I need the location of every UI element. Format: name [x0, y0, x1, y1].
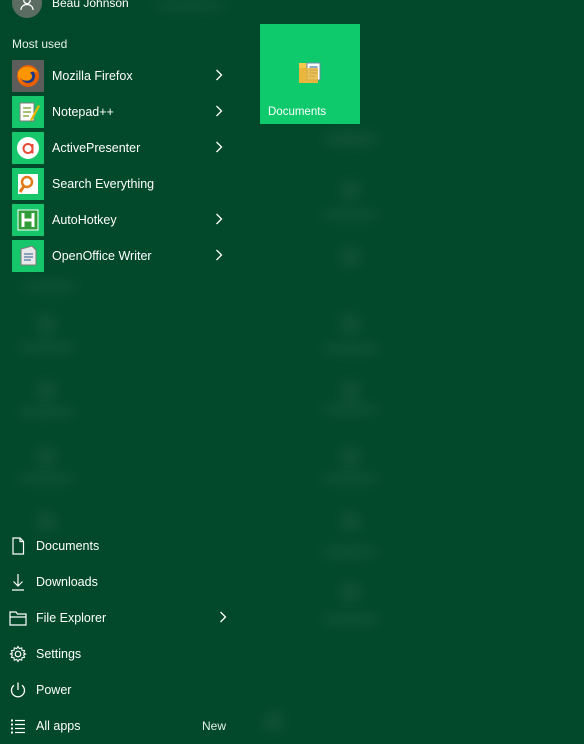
most-used-list: Mozilla Firefox Notepad++ ActivePresente…	[12, 58, 238, 274]
bottom-menu: Documents Downloads File Explorer Settin…	[8, 528, 238, 744]
chevron-right-icon[interactable]	[218, 610, 228, 624]
user-account[interactable]: Beau Johnson	[12, 0, 129, 18]
chevron-right-icon[interactable]	[214, 104, 224, 118]
activepresenter-icon	[12, 132, 44, 164]
app-item-openoffice-writer[interactable]: OpenOffice Writer	[12, 238, 238, 274]
app-label: ActivePresenter	[52, 141, 141, 155]
app-item-autohotkey[interactable]: AutoHotkey	[12, 202, 238, 238]
app-item-firefox[interactable]: Mozilla Firefox	[12, 58, 238, 94]
folder-icon	[8, 608, 28, 628]
file-explorer-label: File Explorer	[36, 611, 107, 625]
downloads-link[interactable]: Downloads	[8, 564, 238, 600]
power-icon	[8, 680, 28, 700]
openoffice-writer-icon	[12, 240, 44, 272]
all-apps-label: All apps	[36, 719, 81, 733]
settings-link[interactable]: Settings	[8, 636, 238, 672]
app-label: OpenOffice Writer	[52, 249, 152, 263]
new-badge: New	[201, 719, 226, 733]
chevron-right-icon[interactable]	[214, 140, 224, 154]
all-apps-button[interactable]: All apps New	[8, 708, 238, 744]
power-button[interactable]: Power	[8, 672, 238, 708]
app-label: Mozilla Firefox	[52, 69, 133, 83]
app-item-search-everything[interactable]: Search Everything	[12, 166, 238, 202]
most-used-heading: Most used	[12, 37, 68, 51]
downloads-label: Downloads	[36, 575, 98, 589]
settings-label: Settings	[36, 647, 82, 661]
autohotkey-icon	[12, 204, 44, 236]
app-label: AutoHotkey	[52, 213, 117, 227]
firefox-icon	[12, 60, 44, 92]
list-icon	[8, 716, 28, 736]
documents-link[interactable]: Documents	[8, 528, 238, 564]
chevron-right-icon[interactable]	[214, 68, 224, 82]
documents-folder-icon	[299, 62, 321, 83]
tile-label: Documents	[268, 106, 327, 118]
person-icon	[20, 0, 34, 11]
notepad-plus-plus-icon	[12, 96, 44, 128]
chevron-right-icon[interactable]	[214, 248, 224, 262]
tile-documents[interactable]: Documents	[260, 24, 360, 124]
search-everything-icon	[12, 168, 44, 200]
app-label: Notepad++	[52, 105, 114, 119]
chevron-right-icon[interactable]	[214, 212, 224, 226]
gear-icon	[8, 644, 28, 664]
power-label: Power	[36, 683, 72, 697]
user-name: Beau Johnson	[52, 0, 129, 10]
avatar	[12, 0, 42, 18]
file-explorer-link[interactable]: File Explorer	[8, 600, 238, 636]
download-icon	[8, 572, 28, 592]
documents-label: Documents	[36, 539, 100, 553]
app-item-activepresenter[interactable]: ActivePresenter	[12, 130, 238, 166]
app-item-notepad-plus-plus[interactable]: Notepad++	[12, 94, 238, 130]
document-icon	[8, 536, 28, 556]
app-label: Search Everything	[52, 177, 155, 191]
